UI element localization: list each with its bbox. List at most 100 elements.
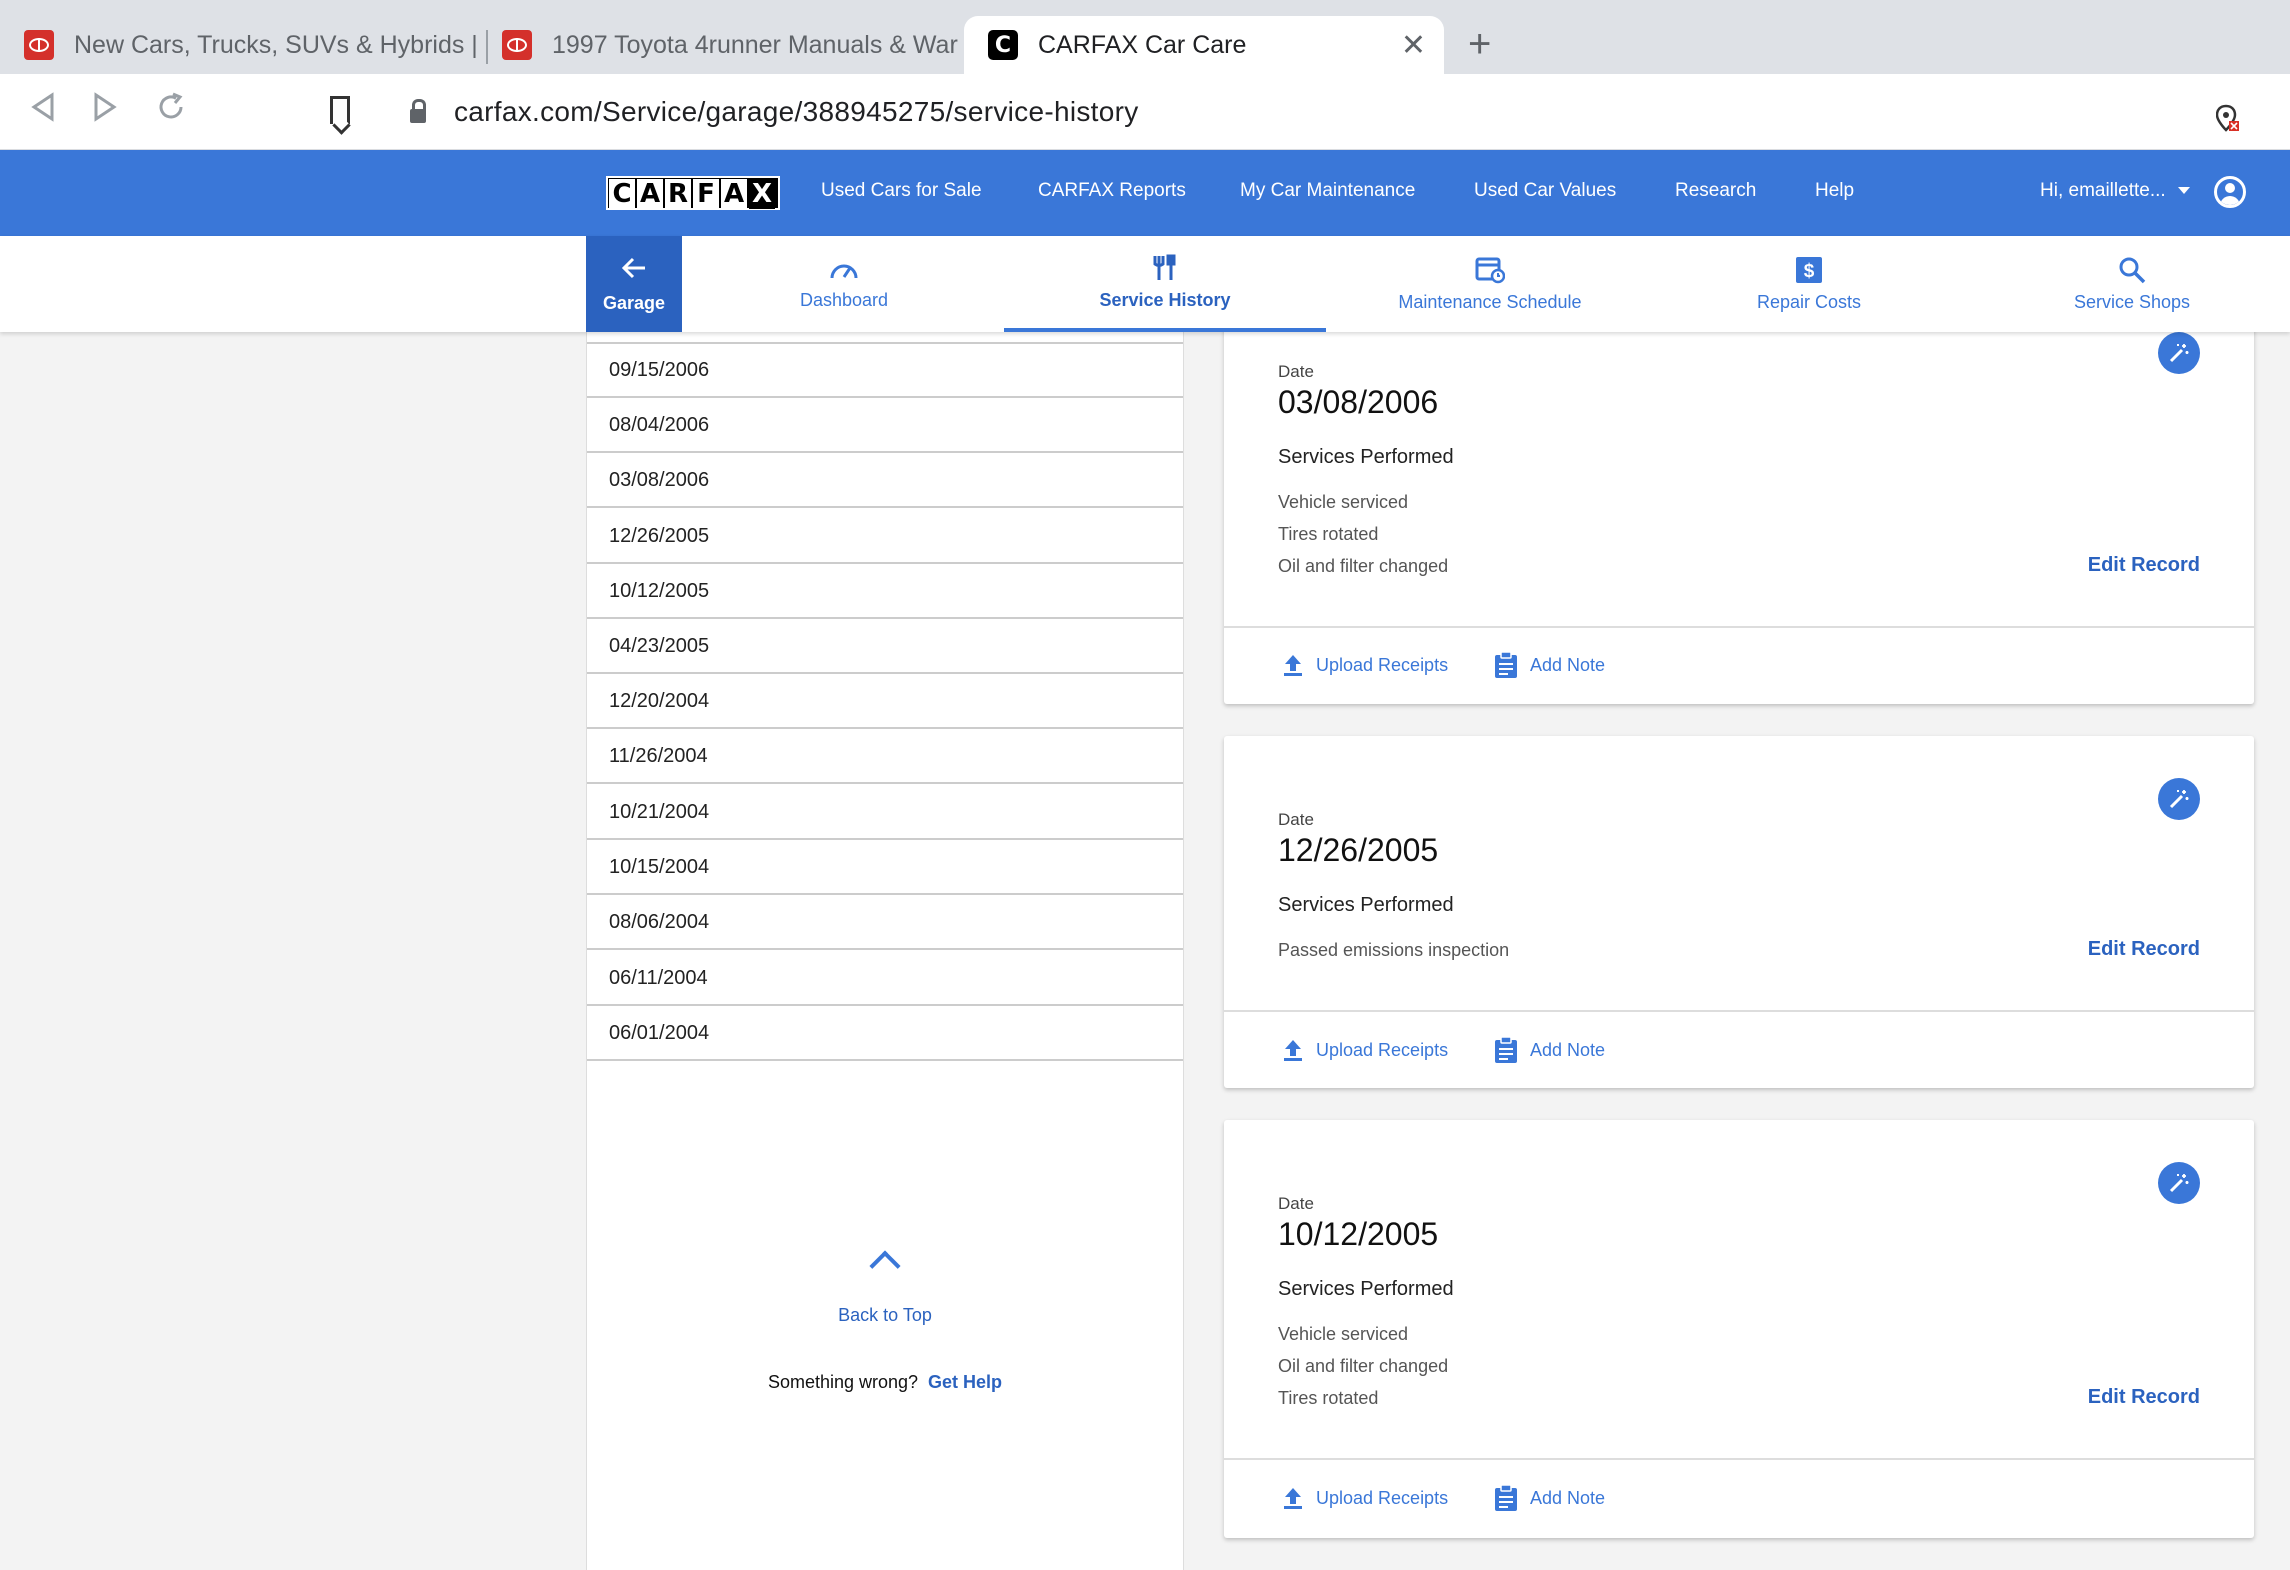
upload-icon bbox=[1284, 655, 1302, 676]
service-item: Vehicle serviced bbox=[1278, 492, 1409, 512]
browser-tab-toyota-manuals[interactable]: 1997 Toyota 4runner Manuals & Warranties bbox=[478, 16, 958, 74]
close-tab-icon[interactable]: ✕ bbox=[1401, 28, 1426, 63]
add-note-button[interactable]: Add Note bbox=[1494, 1484, 1605, 1512]
date-list-item[interactable]: 11/26/2004 bbox=[587, 730, 1183, 784]
browser-tab-toyota-cars[interactable]: New Cars, Trucks, SUVs & Hybrids | bbox=[0, 16, 480, 74]
svg-text:$: $ bbox=[1804, 261, 1815, 282]
tab-service-history[interactable]: Service History bbox=[1004, 236, 1326, 332]
date-label: Date bbox=[1278, 362, 1314, 381]
date-list-item[interactable]: 12/26/2005 bbox=[587, 510, 1183, 564]
carfax-favicon-icon: C bbox=[988, 30, 1018, 60]
upload-receipts-button[interactable]: Upload Receipts bbox=[1282, 1486, 1448, 1510]
clipboard-icon bbox=[1495, 1484, 1517, 1511]
date-list-item[interactable]: 10/21/2004 bbox=[587, 786, 1183, 840]
service-item: Passed emissions inspection bbox=[1278, 940, 1510, 960]
tab-repair-costs[interactable]: $ Repair Costs bbox=[1750, 236, 1868, 332]
date-list-item[interactable]: 06/11/2004 bbox=[587, 952, 1183, 1006]
service-record-card: Date 10/12/2005 Services Performed Vehic… bbox=[1224, 1120, 2254, 1538]
tab-service-shops[interactable]: Service Shops bbox=[2070, 236, 2194, 332]
calendar-clock-icon bbox=[1475, 257, 1505, 283]
user-greeting: Hi, emaillette... bbox=[2040, 180, 2166, 201]
forward-arrow-icon[interactable] bbox=[92, 92, 118, 131]
record-date: 03/08/2006 bbox=[1278, 384, 1439, 420]
date-list-item[interactable]: 10/12/2005 bbox=[587, 565, 1183, 619]
logo-letter: C bbox=[609, 179, 635, 209]
account-avatar-icon[interactable] bbox=[2214, 176, 2246, 208]
tab-title: CARFAX Car Care bbox=[1038, 30, 1247, 59]
logo-letter: X bbox=[749, 179, 775, 209]
date-list-item[interactable]: 04/23/2005 bbox=[587, 620, 1183, 674]
add-note-label: Add Note bbox=[1530, 654, 1606, 675]
date-list-item[interactable]: 08/04/2006 bbox=[587, 399, 1183, 453]
upload-receipts-label: Upload Receipts bbox=[1316, 1487, 1449, 1508]
new-tab-icon[interactable]: + bbox=[1468, 22, 1491, 67]
tab-label: Repair Costs bbox=[1756, 291, 1862, 312]
get-help-link[interactable]: Get Help bbox=[928, 1372, 1002, 1392]
add-note-label: Add Note bbox=[1530, 1487, 1606, 1508]
upload-receipts-button[interactable]: Upload Receipts bbox=[1282, 1038, 1448, 1062]
dollar-icon: $ bbox=[1796, 256, 1822, 283]
arrow-left-icon bbox=[621, 255, 647, 285]
date-list-item[interactable]: 06/01/2004 bbox=[587, 1007, 1183, 1061]
edit-record-button[interactable]: Edit Record bbox=[2088, 938, 2200, 961]
add-note-label: Add Note bbox=[1530, 1039, 1606, 1060]
date-list-item[interactable]: 12/20/2004 bbox=[587, 675, 1183, 729]
address-bar[interactable]: carfax.com/Service/garage/388945275/serv… bbox=[384, 82, 2256, 142]
tab-maintenance-schedule[interactable]: Maintenance Schedule bbox=[1380, 236, 1600, 332]
logo-letter: A bbox=[721, 179, 747, 209]
add-note-button[interactable]: Add Note bbox=[1494, 651, 1605, 679]
card-divider bbox=[1224, 626, 2254, 628]
site-header: C A R F A X Used Cars for Sale CARFAX Re… bbox=[0, 150, 2290, 236]
tab-label: Service Shops bbox=[2073, 291, 2191, 312]
service-item: Tires rotated bbox=[1278, 524, 1379, 544]
lock-icon bbox=[410, 99, 426, 123]
tab-dashboard[interactable]: Dashboard bbox=[780, 236, 908, 332]
nav-my-car-maintenance[interactable]: My Car Maintenance bbox=[1240, 180, 1415, 202]
nav-carfax-reports[interactable]: CARFAX Reports bbox=[1038, 180, 1186, 202]
toyota-favicon-icon bbox=[24, 30, 54, 60]
magic-wand-icon[interactable] bbox=[2158, 778, 2200, 820]
logo-letter: F bbox=[693, 179, 719, 209]
back-to-top-link[interactable]: Back to Top bbox=[587, 1250, 1183, 1326]
record-date: 12/26/2005 bbox=[1278, 832, 1439, 868]
services-heading: Services Performed bbox=[1278, 1278, 1454, 1300]
clipboard-icon bbox=[1495, 651, 1517, 678]
magic-wand-icon[interactable] bbox=[2158, 332, 2200, 374]
back-arrow-icon[interactable] bbox=[30, 92, 56, 131]
nav-used-car-values[interactable]: Used Car Values bbox=[1474, 180, 1616, 202]
service-item: Oil and filter changed bbox=[1278, 1356, 1449, 1376]
toyota-favicon-icon bbox=[502, 30, 532, 60]
nav-research[interactable]: Research bbox=[1675, 180, 1756, 202]
chevron-up-icon bbox=[869, 1250, 901, 1282]
service-date-list: 10/19/2006 09/15/2006 08/04/2006 03/08/2… bbox=[586, 300, 1184, 1570]
service-item: Tires rotated bbox=[1278, 1388, 1379, 1408]
carfax-logo[interactable]: C A R F A X bbox=[606, 176, 780, 210]
date-list-item[interactable]: 10/15/2004 bbox=[587, 841, 1183, 895]
back-to-top-label: Back to Top bbox=[838, 1305, 932, 1325]
date-label: Date bbox=[1278, 810, 1314, 829]
user-menu[interactable]: Hi, emaillette... bbox=[2040, 180, 2190, 202]
clipboard-icon bbox=[1495, 1036, 1517, 1063]
edit-record-button[interactable]: Edit Record bbox=[2088, 1386, 2200, 1409]
reload-icon[interactable] bbox=[156, 92, 186, 131]
date-list-item[interactable]: 09/15/2006 bbox=[587, 344, 1183, 398]
nav-used-cars[interactable]: Used Cars for Sale bbox=[821, 180, 982, 202]
date-list-item[interactable]: 03/08/2006 bbox=[587, 454, 1183, 508]
bookmark-icon[interactable] bbox=[330, 96, 350, 124]
garage-back-button[interactable]: Garage bbox=[586, 236, 682, 332]
location-blocked-icon[interactable] bbox=[2215, 104, 2239, 132]
edit-record-button[interactable]: Edit Record bbox=[2088, 554, 2200, 577]
nav-help[interactable]: Help bbox=[1815, 180, 1854, 202]
upload-receipts-button[interactable]: Upload Receipts bbox=[1282, 653, 1448, 677]
help-prompt: Something wrong? Get Help bbox=[587, 1372, 1183, 1393]
browser-tab-carfax[interactable]: C CARFAX Car Care ✕ bbox=[964, 16, 1444, 74]
card-divider bbox=[1224, 1010, 2254, 1012]
add-note-button[interactable]: Add Note bbox=[1494, 1036, 1605, 1064]
services-heading: Services Performed bbox=[1278, 894, 1454, 916]
speedometer-icon bbox=[830, 264, 858, 278]
logo-letter: R bbox=[665, 179, 691, 209]
tab-title: New Cars, Trucks, SUVs & Hybrids | bbox=[74, 30, 478, 59]
tab-label: Dashboard bbox=[799, 289, 889, 310]
magic-wand-icon[interactable] bbox=[2158, 1162, 2200, 1204]
date-list-item[interactable]: 08/06/2004 bbox=[587, 896, 1183, 950]
